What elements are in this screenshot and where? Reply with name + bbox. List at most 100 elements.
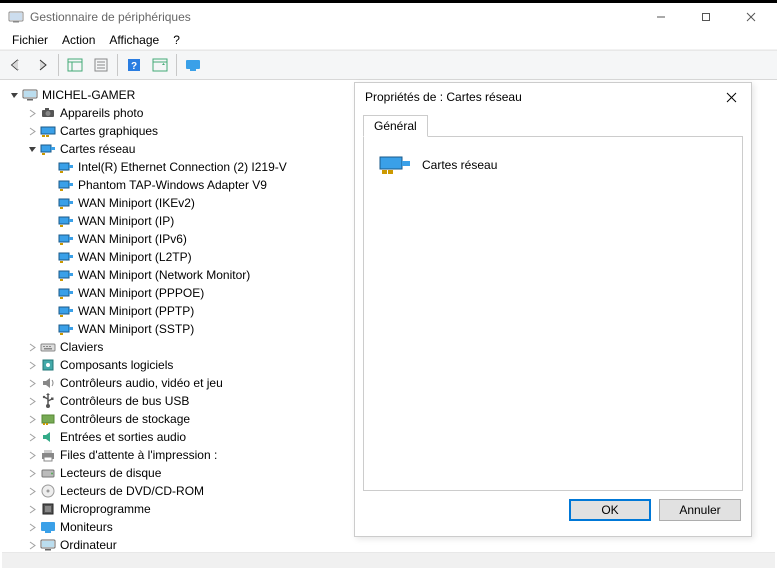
spacer xyxy=(44,179,56,191)
network-adapter-icon xyxy=(58,321,74,337)
tree-label: Intel(R) Ethernet Connection (2) I219-V xyxy=(78,158,287,176)
menu-action[interactable]: Action xyxy=(56,31,101,49)
tab-content: Cartes réseau xyxy=(363,137,743,491)
horizontal-scrollbar[interactable] xyxy=(2,552,775,568)
computer-icon xyxy=(22,87,38,103)
chevron-right-icon[interactable] xyxy=(26,503,38,515)
tree-label: Appareils photo xyxy=(60,104,143,122)
audio-io-icon xyxy=(40,429,56,445)
chevron-right-icon[interactable] xyxy=(26,395,38,407)
chevron-right-icon[interactable] xyxy=(26,359,38,371)
network-adapter-icon xyxy=(58,285,74,301)
dialog-titlebar: Propriétés de : Cartes réseau xyxy=(355,83,751,111)
ok-button[interactable]: OK xyxy=(569,499,651,521)
toolbar: ? xyxy=(0,50,777,80)
chevron-right-icon[interactable] xyxy=(26,431,38,443)
network-adapter-icon xyxy=(58,213,74,229)
chevron-right-icon[interactable] xyxy=(26,485,38,497)
network-adapter-icon xyxy=(378,151,412,179)
maximize-button[interactable] xyxy=(683,3,728,30)
usb-icon xyxy=(40,393,56,409)
tree-label: Lecteurs de disque xyxy=(60,464,161,482)
chevron-right-icon[interactable] xyxy=(26,125,38,137)
spacer xyxy=(44,197,56,209)
close-button[interactable] xyxy=(728,3,773,30)
tree-label: Lecteurs de DVD/CD-ROM xyxy=(60,482,204,500)
tree-label: Files d'attente à l'impression : xyxy=(60,446,217,464)
tree-label: Claviers xyxy=(60,338,103,356)
properties-dialog: Propriétés de : Cartes réseau Général Ca… xyxy=(354,82,752,537)
printer-icon xyxy=(40,447,56,463)
menu-file[interactable]: Fichier xyxy=(6,31,54,49)
spacer xyxy=(44,161,56,173)
tree-label: MICHEL-GAMER xyxy=(42,86,135,104)
menu-help[interactable]: ? xyxy=(167,31,186,49)
tree-label: WAN Miniport (IKEv2) xyxy=(78,194,195,212)
chevron-down-icon[interactable] xyxy=(26,143,38,155)
minimize-button[interactable] xyxy=(638,3,683,30)
chevron-right-icon[interactable] xyxy=(26,521,38,533)
display-adapter-icon xyxy=(40,123,56,139)
network-adapter-icon xyxy=(58,231,74,247)
cancel-button[interactable]: Annuler xyxy=(659,499,741,521)
spacer xyxy=(44,323,56,335)
app-icon xyxy=(8,9,24,25)
tree-label: WAN Miniport (PPTP) xyxy=(78,302,194,320)
chevron-right-icon[interactable] xyxy=(26,539,38,551)
menu-view[interactable]: Affichage xyxy=(103,31,165,49)
monitor-icon-button[interactable] xyxy=(181,53,205,77)
chevron-right-icon[interactable] xyxy=(26,449,38,461)
spacer xyxy=(44,269,56,281)
disk-drive-icon xyxy=(40,465,56,481)
spacer xyxy=(44,305,56,317)
network-adapter-icon xyxy=(40,141,56,157)
network-adapter-icon xyxy=(58,249,74,265)
scan-hardware-button[interactable] xyxy=(148,53,172,77)
tree-label: Microprogramme xyxy=(60,500,151,518)
dialog-title: Propriétés de : Cartes réseau xyxy=(365,90,522,104)
tree-label: Contrôleurs de bus USB xyxy=(60,392,189,410)
chevron-right-icon[interactable] xyxy=(26,413,38,425)
chevron-right-icon[interactable] xyxy=(26,341,38,353)
back-button[interactable] xyxy=(4,53,28,77)
chevron-right-icon[interactable] xyxy=(26,467,38,479)
properties-button[interactable] xyxy=(89,53,113,77)
help-button[interactable]: ? xyxy=(122,53,146,77)
menu-bar: Fichier Action Affichage ? xyxy=(0,30,777,50)
dialog-close-button[interactable] xyxy=(717,85,745,109)
tree-label: Composants logiciels xyxy=(60,356,173,374)
spacer xyxy=(44,215,56,227)
category-label: Cartes réseau xyxy=(422,158,497,172)
tree-label: WAN Miniport (PPPOE) xyxy=(78,284,204,302)
tree-label: Contrôleurs audio, vidéo et jeu xyxy=(60,374,223,392)
chevron-down-icon[interactable] xyxy=(8,89,20,101)
show-hide-tree-button[interactable] xyxy=(63,53,87,77)
network-adapter-icon xyxy=(58,195,74,211)
tree-label: Cartes graphiques xyxy=(60,122,158,140)
storage-controller-icon xyxy=(40,411,56,427)
content-area: MICHEL-GAMER Appareils photo Cartes grap… xyxy=(0,80,777,566)
tab-general[interactable]: Général xyxy=(363,115,428,137)
monitor-icon xyxy=(40,519,56,535)
forward-button[interactable] xyxy=(30,53,54,77)
svg-text:?: ? xyxy=(131,61,137,72)
network-adapter-icon xyxy=(58,159,74,175)
chevron-right-icon[interactable] xyxy=(26,377,38,389)
spacer xyxy=(44,251,56,263)
tree-label: Entrées et sorties audio xyxy=(60,428,186,446)
tree-label: WAN Miniport (L2TP) xyxy=(78,248,192,266)
network-adapter-icon xyxy=(58,177,74,193)
chevron-right-icon[interactable] xyxy=(26,107,38,119)
spacer xyxy=(44,233,56,245)
tab-strip: Général xyxy=(363,115,743,137)
spacer xyxy=(44,287,56,299)
firmware-icon xyxy=(40,501,56,517)
title-bar: Gestionnaire de périphériques xyxy=(0,0,777,30)
computer-icon xyxy=(40,537,56,553)
network-adapter-icon xyxy=(58,267,74,283)
tree-label: Contrôleurs de stockage xyxy=(60,410,190,428)
dvd-drive-icon xyxy=(40,483,56,499)
tree-label: WAN Miniport (Network Monitor) xyxy=(78,266,250,284)
tree-label: WAN Miniport (IP) xyxy=(78,212,174,230)
network-adapter-icon xyxy=(58,303,74,319)
